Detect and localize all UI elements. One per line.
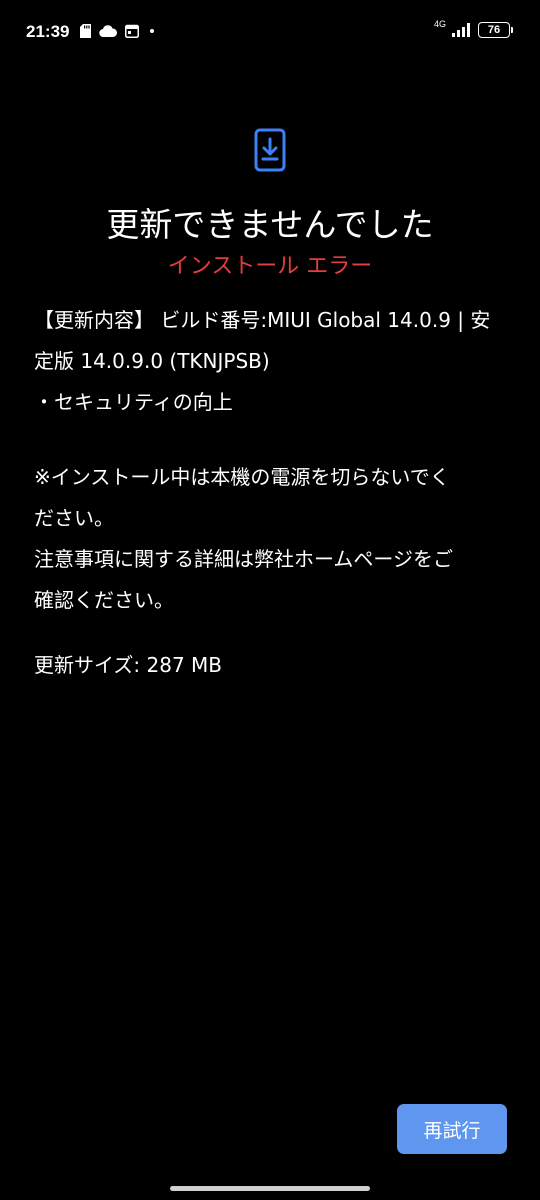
update-size: 更新サイズ: 287 MB — [34, 653, 223, 677]
error-status: インストール エラー — [167, 254, 373, 279]
battery-icon: 76 — [478, 22, 513, 38]
status-time: 21:39 — [26, 22, 70, 41]
notice-line: ※インストール中は本機の電源を切らないでく — [34, 465, 450, 489]
page-title: 更新できませんでした — [106, 205, 434, 244]
battery-level: 76 — [487, 24, 501, 36]
sd-card-icon — [80, 24, 91, 38]
status-bar: 21:39 4G 76 — [0, 0, 540, 66]
changelog-item: ・セキュリティの向上 — [34, 390, 233, 414]
cloud-icon — [99, 25, 117, 37]
status-system-icons: 4G 76 — [433, 19, 513, 38]
status-notification-icons — [80, 24, 157, 38]
phone-download-icon — [254, 128, 286, 172]
update-details: 【更新内容】 ビルド番号:MIUI Global 14.0.9 | 安 定版 1… — [34, 300, 512, 686]
dot-icon — [150, 29, 154, 33]
network-type: 4G — [433, 19, 446, 29]
calendar-icon — [125, 24, 139, 38]
notice-line: 注意事項に関する詳細は弊社ホームページをご — [34, 547, 453, 571]
home-indicator[interactable] — [170, 1186, 370, 1191]
signal-icon — [452, 23, 470, 37]
retry-button[interactable]: 再試行 — [397, 1104, 507, 1154]
changelog-line: 【更新内容】 ビルド番号:MIUI Global 14.0.9 | 安 — [34, 308, 491, 332]
changelog-line: 定版 14.0.9.0 (TKNJPSB) — [34, 349, 270, 373]
notice-line: 確認ください。 — [34, 588, 174, 612]
notice-line: ださい。 — [34, 506, 114, 530]
